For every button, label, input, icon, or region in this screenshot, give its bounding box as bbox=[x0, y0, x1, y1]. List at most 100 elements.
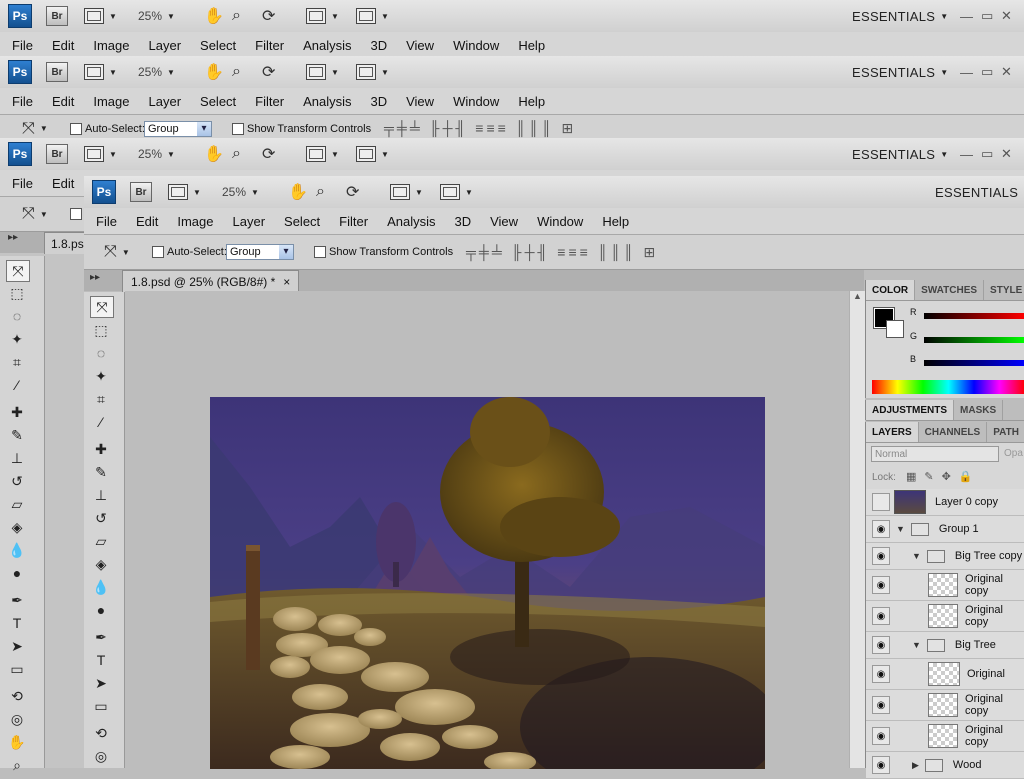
vertical-scrollbar[interactable]: ▲ bbox=[849, 291, 865, 768]
blend-mode-dropdown[interactable]: Normal bbox=[871, 446, 999, 462]
rotate-view-icon[interactable]: ⟳ bbox=[262, 6, 275, 26]
ps-logo[interactable]: Ps bbox=[8, 60, 32, 84]
expand-triangle-icon[interactable]: ▼ bbox=[912, 551, 921, 561]
auto-select-dropdown[interactable]: Group bbox=[226, 244, 294, 260]
rotate-view-icon[interactable]: ⟳ bbox=[262, 144, 275, 164]
magic-wand-tool-icon[interactable]: ✦ bbox=[90, 366, 112, 386]
move-tool-icon[interactable]: ⤧ bbox=[90, 296, 114, 318]
color-spectrum[interactable] bbox=[872, 380, 1024, 394]
brush-tool-icon[interactable]: ✎ bbox=[90, 462, 112, 482]
hand-icon[interactable]: ✋ bbox=[204, 6, 224, 26]
lock-icons[interactable]: ▦✎✥🔒 bbox=[906, 470, 981, 483]
hand-tool-icon[interactable]: ✋ bbox=[6, 732, 28, 752]
zoom-level[interactable]: 25% bbox=[138, 147, 162, 161]
tab-adjustments[interactable]: ADJUSTMENTS bbox=[866, 400, 955, 420]
hand-icon[interactable]: ✋ bbox=[288, 182, 308, 202]
move-tool-icon[interactable]: ⤧ bbox=[22, 120, 35, 138]
history-brush-tool-icon[interactable]: ↺ bbox=[90, 508, 112, 528]
zoom-level[interactable]: 25% bbox=[138, 9, 162, 23]
arrange-documents-icon[interactable] bbox=[306, 64, 326, 80]
ps-logo[interactable]: Ps bbox=[8, 142, 32, 166]
menu-select[interactable]: Select bbox=[284, 214, 320, 229]
show-transform-checkbox[interactable] bbox=[314, 246, 326, 258]
arrange-documents-icon[interactable] bbox=[390, 184, 410, 200]
tab-paths[interactable]: PATH bbox=[987, 422, 1024, 442]
canvas-area[interactable]: ▲ bbox=[125, 291, 865, 769]
workspace-switcher[interactable]: ESSENTIALS bbox=[935, 185, 1018, 200]
type-tool-icon[interactable]: T bbox=[90, 650, 112, 670]
close-tab-icon[interactable]: × bbox=[283, 275, 290, 289]
minibridge-icon[interactable] bbox=[84, 8, 104, 24]
eyedropper-tool-icon[interactable]: ⁄ bbox=[90, 412, 112, 432]
menu-layer[interactable]: Layer bbox=[149, 38, 182, 53]
eye-icon[interactable]: ◉ bbox=[872, 665, 890, 683]
rotate-view-icon[interactable]: ⟳ bbox=[262, 62, 275, 82]
arrange-documents-icon[interactable] bbox=[306, 146, 326, 162]
screen-mode-icon[interactable] bbox=[356, 8, 376, 24]
path-selection-tool-icon[interactable]: ➤ bbox=[90, 673, 112, 693]
menu-3d[interactable]: 3D bbox=[370, 38, 387, 53]
magic-wand-tool-icon[interactable]: ✦ bbox=[6, 329, 28, 349]
green-slider[interactable] bbox=[924, 337, 1024, 343]
eye-icon[interactable]: ◉ bbox=[872, 607, 890, 625]
auto-select-checkbox[interactable] bbox=[70, 208, 82, 220]
3d-rotate-tool-icon[interactable]: ⟲ bbox=[90, 723, 112, 743]
menu-analysis[interactable]: Analysis bbox=[303, 94, 351, 109]
tab-color[interactable]: COLOR bbox=[866, 280, 916, 300]
menu-view[interactable]: View bbox=[406, 38, 434, 53]
dodge-tool-icon[interactable]: ● bbox=[6, 563, 28, 583]
eyedropper-tool-icon[interactable]: ⁄ bbox=[6, 375, 28, 395]
layer-row[interactable]: ◉ ▼ Big Tree bbox=[866, 632, 1024, 659]
layer-row[interactable]: ◉ Original copy bbox=[866, 570, 1024, 601]
zoom-level[interactable]: 25% bbox=[222, 185, 246, 199]
tab-layers[interactable]: LAYERS bbox=[866, 422, 919, 442]
zoom-icon[interactable]: ⌕ bbox=[316, 183, 325, 201]
menu-file[interactable]: File bbox=[96, 214, 117, 229]
bridge-button[interactable]: Br bbox=[46, 6, 68, 26]
move-tool-icon[interactable]: ⤧ bbox=[22, 205, 35, 223]
ps-logo[interactable]: Ps bbox=[8, 4, 32, 28]
menu-filter[interactable]: Filter bbox=[255, 38, 284, 53]
lasso-tool-icon[interactable]: ◌ bbox=[90, 343, 112, 363]
workspace-switcher[interactable]: ESSENTIALS bbox=[852, 65, 935, 80]
zoom-level[interactable]: 25% bbox=[138, 65, 162, 79]
zoom-tool-icon[interactable]: ⌕ bbox=[6, 755, 28, 775]
history-brush-tool-icon[interactable]: ↺ bbox=[6, 471, 28, 491]
minimize-button[interactable]: — bbox=[960, 147, 973, 162]
menu-edit[interactable]: Edit bbox=[52, 176, 74, 191]
panel-collapse-icon[interactable]: ▸▸ bbox=[90, 272, 100, 283]
screen-mode-icon[interactable] bbox=[440, 184, 460, 200]
expand-triangle-icon[interactable]: ▼ bbox=[896, 524, 905, 534]
panel-collapse-icon[interactable]: ▸▸ bbox=[8, 232, 18, 243]
menu-view[interactable]: View bbox=[406, 94, 434, 109]
close-button[interactable]: ✕ bbox=[1001, 146, 1012, 162]
blue-slider[interactable] bbox=[924, 360, 1024, 366]
menu-window[interactable]: Window bbox=[453, 38, 499, 53]
auto-select-checkbox[interactable] bbox=[70, 122, 82, 135]
menu-3d[interactable]: 3D bbox=[370, 94, 387, 109]
paint-bucket-tool-icon[interactable]: ◈ bbox=[90, 554, 112, 574]
menu-file[interactable]: File bbox=[12, 94, 33, 109]
path-selection-tool-icon[interactable]: ➤ bbox=[6, 636, 28, 656]
eraser-tool-icon[interactable]: ▱ bbox=[6, 494, 28, 514]
menu-file[interactable]: File bbox=[12, 176, 33, 191]
arrange-documents-icon[interactable] bbox=[306, 8, 326, 24]
close-button[interactable]: ✕ bbox=[1001, 8, 1012, 24]
menu-image[interactable]: Image bbox=[93, 38, 129, 53]
bridge-button[interactable]: Br bbox=[46, 62, 68, 82]
paint-bucket-tool-icon[interactable]: ◈ bbox=[6, 517, 28, 537]
menu-3d[interactable]: 3D bbox=[454, 214, 471, 229]
eraser-tool-icon[interactable]: ▱ bbox=[90, 531, 112, 551]
minimize-button[interactable]: — bbox=[960, 9, 973, 24]
eye-icon[interactable]: ◉ bbox=[872, 696, 890, 714]
bridge-button[interactable]: Br bbox=[46, 144, 68, 164]
eye-icon[interactable]: ◉ bbox=[872, 520, 890, 538]
minibridge-icon[interactable] bbox=[168, 184, 188, 200]
rotate-view-icon[interactable]: ⟳ bbox=[346, 182, 359, 202]
hand-icon[interactable]: ✋ bbox=[204, 62, 224, 82]
layer-row[interactable]: ◉ ▼ Big Tree copy bbox=[866, 543, 1024, 570]
screen-mode-icon[interactable] bbox=[356, 64, 376, 80]
eye-icon[interactable]: ◉ bbox=[872, 727, 890, 745]
eye-icon[interactable]: ◉ bbox=[872, 756, 890, 774]
menu-select[interactable]: Select bbox=[200, 38, 236, 53]
